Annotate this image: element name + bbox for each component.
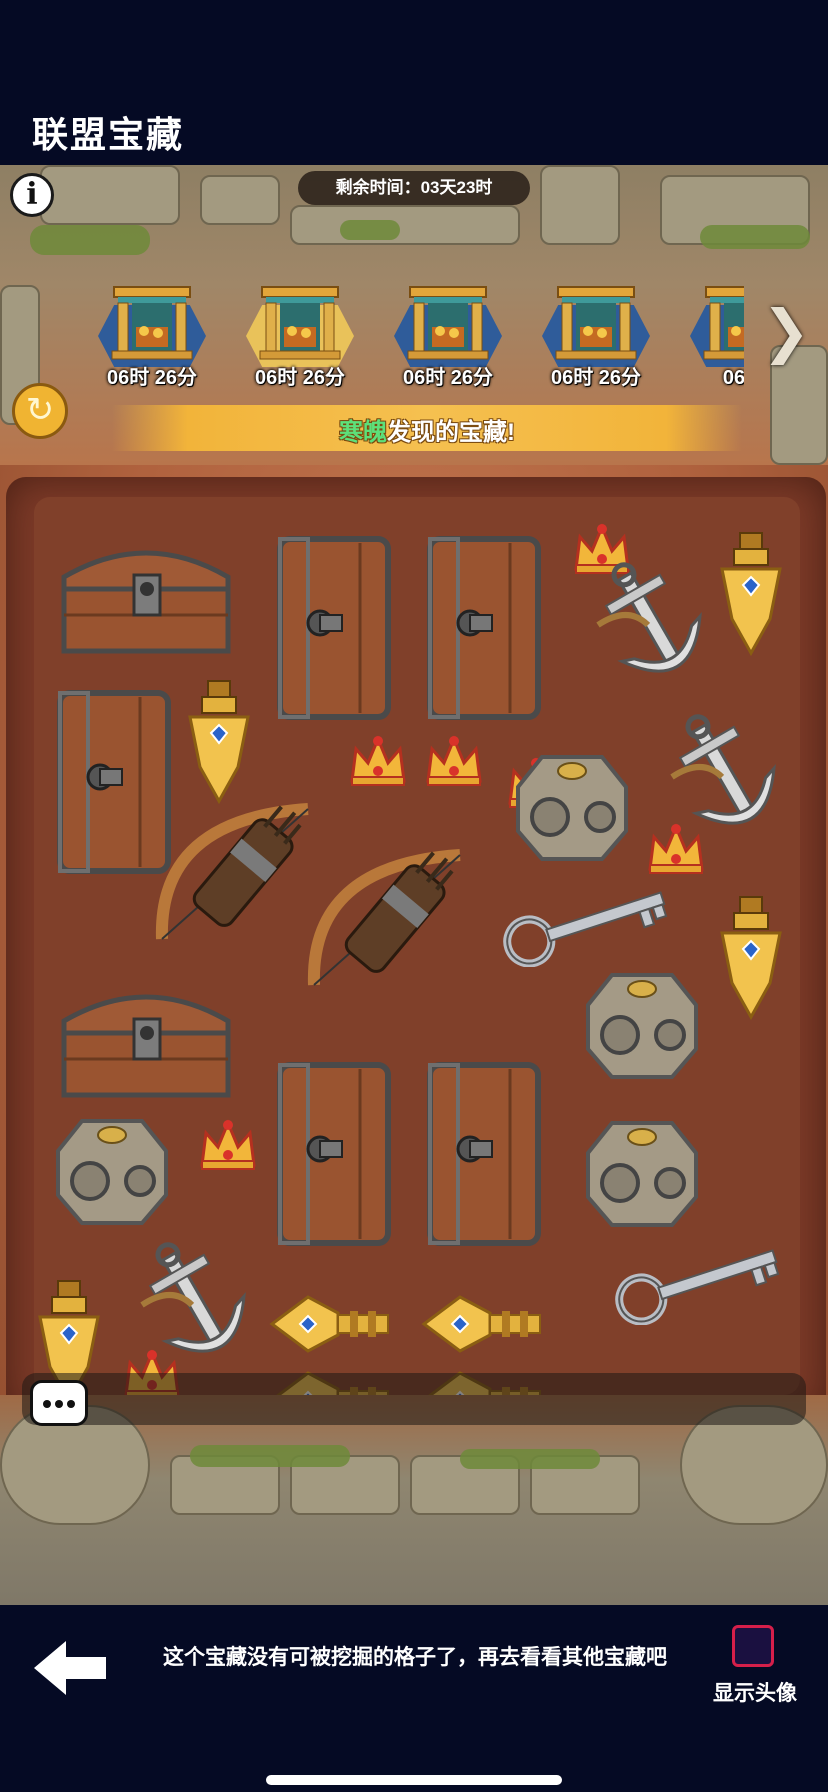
temple-icon	[554, 281, 638, 361]
chest-vertical-icon[interactable]	[424, 533, 544, 728]
chest-vertical-icon[interactable]	[274, 533, 394, 728]
vault-tab[interactable]: 06时 26分	[388, 277, 508, 397]
ruins-background-bottom	[0, 1395, 828, 1605]
crown-icon[interactable]	[422, 729, 486, 798]
dice-icon[interactable]	[512, 747, 632, 872]
temple-icon	[110, 281, 194, 361]
chat-bar[interactable]	[22, 1373, 806, 1425]
arrowhead-icon[interactable]	[420, 1289, 550, 1364]
treasure-board	[6, 477, 826, 1429]
chest-vertical-icon[interactable]	[424, 1059, 544, 1254]
vault-timer: 06时	[722, 367, 744, 389]
key-icon[interactable]	[496, 877, 676, 972]
finder-banner: 寒魄发现的宝藏!	[112, 405, 742, 451]
vault-tab[interactable]: 06时 26分	[240, 277, 360, 397]
temple-icon	[702, 281, 744, 361]
top-header: 联盟宝藏	[0, 0, 828, 165]
vault-timer: 06时 26分	[106, 367, 198, 389]
crown-icon[interactable]	[346, 729, 410, 798]
chat-bubble-icon[interactable]	[30, 1380, 88, 1426]
crown-icon[interactable]	[644, 817, 708, 886]
back-arrow-icon[interactable]	[30, 1635, 110, 1701]
dice-icon[interactable]	[582, 1113, 702, 1238]
potion-icon[interactable]	[716, 893, 786, 1028]
vault-timer: 06时 26分	[254, 367, 346, 389]
show-avatar-checkbox[interactable]	[732, 1625, 774, 1667]
bow-icon[interactable]	[300, 835, 480, 1010]
dice-icon[interactable]	[52, 1111, 172, 1236]
show-avatar-label[interactable]: 显示头像	[700, 1677, 810, 1707]
remaining-time: 剩余时间：03天23时	[298, 171, 530, 205]
info-button[interactable]: i	[10, 173, 54, 217]
vault-tab[interactable]: 06时 26分	[92, 277, 212, 397]
arrowhead-icon[interactable]	[268, 1289, 398, 1364]
key-icon[interactable]	[608, 1235, 788, 1330]
bottom-bar: 这个宝藏没有可被挖掘的格子了，再去看看其他宝藏吧 显示头像	[0, 1605, 828, 1792]
chest-horizontal-icon[interactable]	[56, 981, 236, 1106]
vault-carousel[interactable]: 06时 26分 06时 26分 06时 26分 06时 26分 06时	[92, 277, 744, 397]
home-indicator	[266, 1775, 562, 1785]
finder-suffix: 发现的宝藏!	[387, 419, 515, 446]
vault-timer: 06时 26分	[402, 367, 494, 389]
chest-horizontal-icon[interactable]	[56, 537, 236, 662]
temple-icon	[406, 281, 490, 361]
refresh-icon[interactable]: ↻	[12, 383, 68, 439]
temple-icon	[258, 281, 342, 361]
crown-icon[interactable]	[196, 1113, 260, 1182]
vault-tab[interactable]: 06时 26分	[536, 277, 656, 397]
anchor-icon[interactable]	[588, 555, 718, 700]
vault-tab[interactable]: 06时	[684, 277, 744, 397]
dice-icon[interactable]	[582, 965, 702, 1090]
page-title: 联盟宝藏	[32, 114, 185, 155]
finder-name: 寒魄	[339, 419, 387, 446]
status-message: 这个宝藏没有可被挖掘的格子了，再去看看其他宝藏吧	[163, 1646, 667, 1669]
chevron-right-icon[interactable]: ❯	[756, 297, 816, 367]
board-grid	[34, 497, 800, 1429]
potion-icon[interactable]	[716, 529, 786, 664]
vault-timer: 06时 26分	[550, 367, 642, 389]
chest-vertical-icon[interactable]	[274, 1059, 394, 1254]
